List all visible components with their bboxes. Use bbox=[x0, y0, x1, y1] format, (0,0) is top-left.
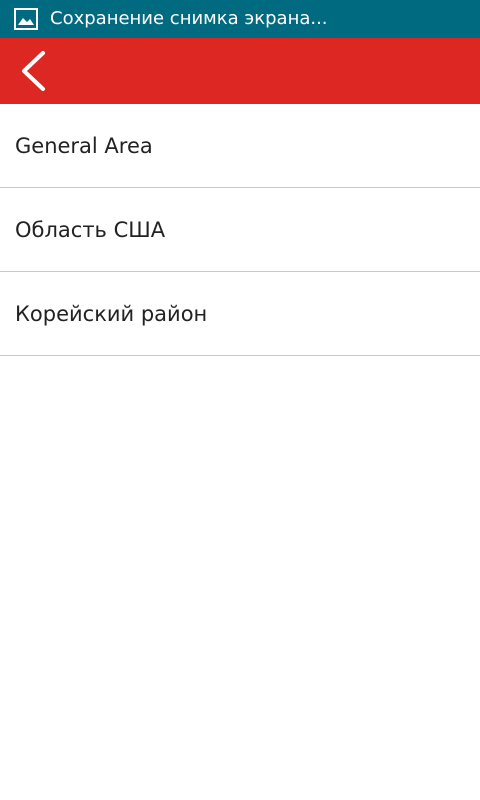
list-item-korean-area[interactable]: Корейский район bbox=[0, 272, 480, 356]
list-item-label: Корейский район bbox=[15, 301, 208, 326]
list-item-usa-area[interactable]: Область США bbox=[0, 188, 480, 272]
app-bar bbox=[0, 38, 480, 104]
list-item-label: General Area bbox=[15, 133, 153, 158]
screen: Сохранение снимка экрана... General Area… bbox=[0, 0, 480, 800]
notification-text: Сохранение снимка экрана... bbox=[50, 8, 328, 29]
list-item-general-area[interactable]: General Area bbox=[0, 104, 480, 188]
status-bar: Сохранение снимка экрана... bbox=[0, 0, 480, 38]
list-item-label: Область США bbox=[15, 217, 166, 242]
chevron-left-icon bbox=[22, 51, 45, 91]
screenshot-image-icon bbox=[14, 8, 38, 30]
area-list: General Area Область США Корейский район bbox=[0, 104, 480, 356]
back-button[interactable] bbox=[0, 38, 66, 104]
